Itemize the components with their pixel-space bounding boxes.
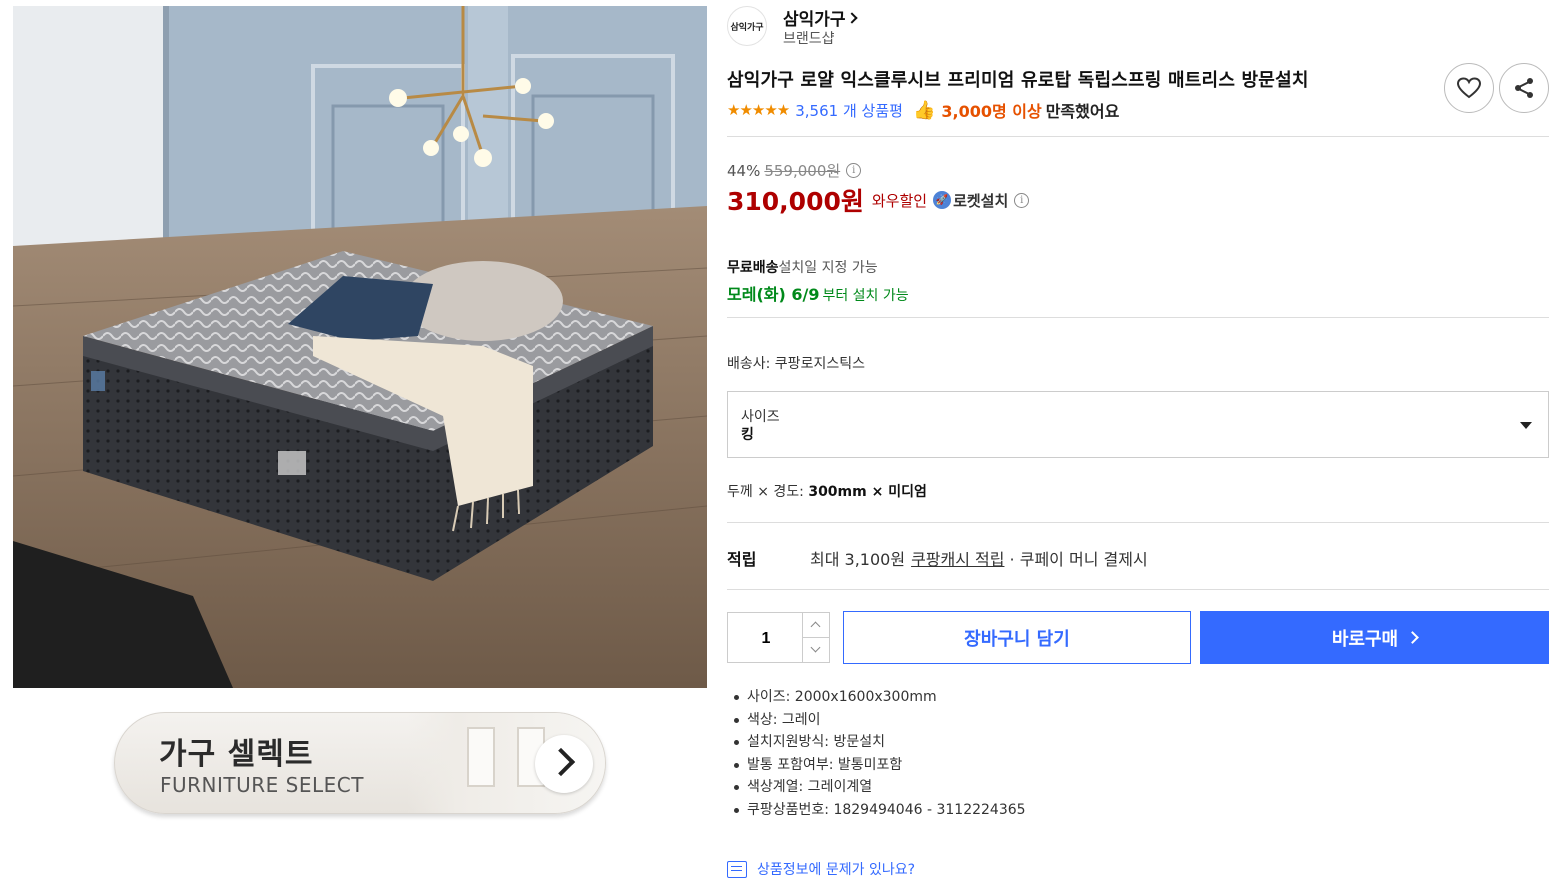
heart-icon [1456, 77, 1482, 99]
banner-subtitle: FURNITURE SELECT [160, 773, 364, 797]
info-icon[interactable]: i [1014, 192, 1030, 208]
wishlist-button[interactable] [1444, 63, 1494, 113]
rating-stars: ★★★★★ [727, 101, 790, 119]
divider [727, 317, 1549, 318]
chevron-right-icon[interactable] [535, 735, 593, 793]
spec-value: 300mm × 미디엄 [808, 484, 927, 500]
original-price: 559,000원 [764, 162, 841, 180]
reward-label: 적립 [727, 550, 757, 569]
brand-logo[interactable]: 삼익가구 [727, 6, 767, 46]
delivery-date: 모레(화) 6/9 부터 설치 가능 [727, 281, 909, 305]
chevron-right-icon [1406, 631, 1419, 644]
option-label: 사이즈 [741, 409, 780, 425]
carrier-info: 배송사: 쿠팡로지스틱스 [727, 356, 865, 372]
satisfied-text: 만족했어요 [1045, 102, 1120, 121]
quantity-decrease-button[interactable] [803, 638, 829, 663]
delivery-date-bold: 모레(화) 6/9 [727, 285, 820, 304]
quantity-box [727, 612, 804, 664]
banner-title: 가구 셀렉트 [159, 737, 314, 772]
list-item: 사이즈: 2000x1600x300mm [734, 686, 1026, 709]
coupang-cash-link[interactable]: 쿠팡캐시 적립 [911, 550, 1004, 569]
report-problem-label: 상품정보에 문제가 있나요? [757, 862, 916, 878]
spec-label: 두께 × 경도: [727, 484, 809, 500]
buy-now-button[interactable]: 바로구매 [1200, 611, 1549, 664]
caret-down-icon [1520, 422, 1532, 429]
list-item: 색상: 그레이 [734, 709, 1026, 732]
list-item: 설치지원방식: 방문설치 [734, 731, 1026, 754]
chevron-down-icon [810, 642, 821, 653]
info-icon[interactable]: i [846, 163, 862, 178]
list-item: 색상계열: 그레이계열 [734, 776, 1026, 799]
product-main-image[interactable] [13, 6, 707, 688]
brand-shop-label: 브랜드샵 [783, 31, 835, 47]
list-item: 발통 포함여부: 발통미포함 [734, 754, 1026, 777]
divider [727, 136, 1549, 137]
spec-row: 두께 × 경도: 300mm × 미디엄 [727, 481, 927, 501]
brand-name-link[interactable]: 삼익가구 [783, 5, 858, 30]
size-option-select[interactable]: 사이즈 킹 [727, 391, 1549, 458]
quantity-increase-button[interactable] [803, 613, 829, 638]
quantity-input[interactable] [728, 613, 804, 664]
banner-window-graphic [467, 727, 495, 787]
reward-suffix: · 쿠페이 머니 결제시 [1004, 550, 1148, 569]
brand-name-label: 삼익가구 [783, 10, 846, 30]
price-row: 310,000원 와우할인 🚀 로켓설치 i [727, 182, 1030, 218]
delivery-date-suffix: 부터 설치 가능 [822, 288, 909, 304]
mattress-photo [13, 6, 707, 688]
share-button[interactable] [1499, 63, 1549, 113]
free-shipping-label: 무료배송 [727, 260, 779, 276]
divider [727, 522, 1549, 523]
divider [727, 589, 1549, 590]
report-problem-link[interactable]: 상품정보에 문제가 있나요? [727, 859, 915, 879]
share-icon [1515, 78, 1533, 98]
product-title: 삼익가구 로얄 익스클루시브 프리미엄 유로탑 독립스프링 매트리스 방문설치 [727, 70, 1309, 91]
buy-now-label: 바로구매 [1331, 628, 1399, 650]
furniture-select-banner[interactable]: 가구 셀렉트 FURNITURE SELECT [114, 712, 606, 814]
product-details-list: 사이즈: 2000x1600x300mm 색상: 그레이 설치지원방식: 방문설… [734, 686, 1026, 822]
option-value: 킹 [741, 427, 754, 443]
sale-price: 310,000원 [727, 187, 864, 216]
satisfied-count: 3,000명 이상 [941, 102, 1042, 121]
wow-discount-label: 와우할인 [871, 191, 928, 210]
message-icon [727, 860, 747, 878]
shipping-info: 무료배송설치일 지정 가능 [727, 257, 878, 277]
chevron-right-icon [845, 12, 858, 24]
reward-info: 최대 3,100원 쿠팡캐시 적립 · 쿠페이 머니 결제시 [810, 546, 1148, 570]
install-date-note: 설치일 지정 가능 [778, 260, 878, 276]
thumbs-up-icon: 👍 [912, 99, 936, 121]
discount-percent: 44% [727, 161, 761, 180]
list-item: 쿠팡상품번호: 1829494046 - 3112224365 [734, 799, 1026, 822]
chevron-up-icon [810, 621, 821, 632]
rating-row: ★★★★★ 3,561 개 상품평 👍 3,000명 이상 만족했어요 [727, 98, 1119, 122]
discount-row: 44% 559,000원 i [727, 160, 862, 181]
quantity-stepper [803, 612, 830, 663]
review-count-link[interactable]: 3,561 개 상품평 [795, 100, 903, 121]
add-to-cart-button[interactable]: 장바구니 담기 [843, 611, 1191, 664]
rocket-icon: 🚀 [933, 191, 952, 209]
reward-amount: 최대 3,100원 [810, 550, 906, 569]
rocket-install-label: 로켓설치 [953, 191, 1009, 210]
